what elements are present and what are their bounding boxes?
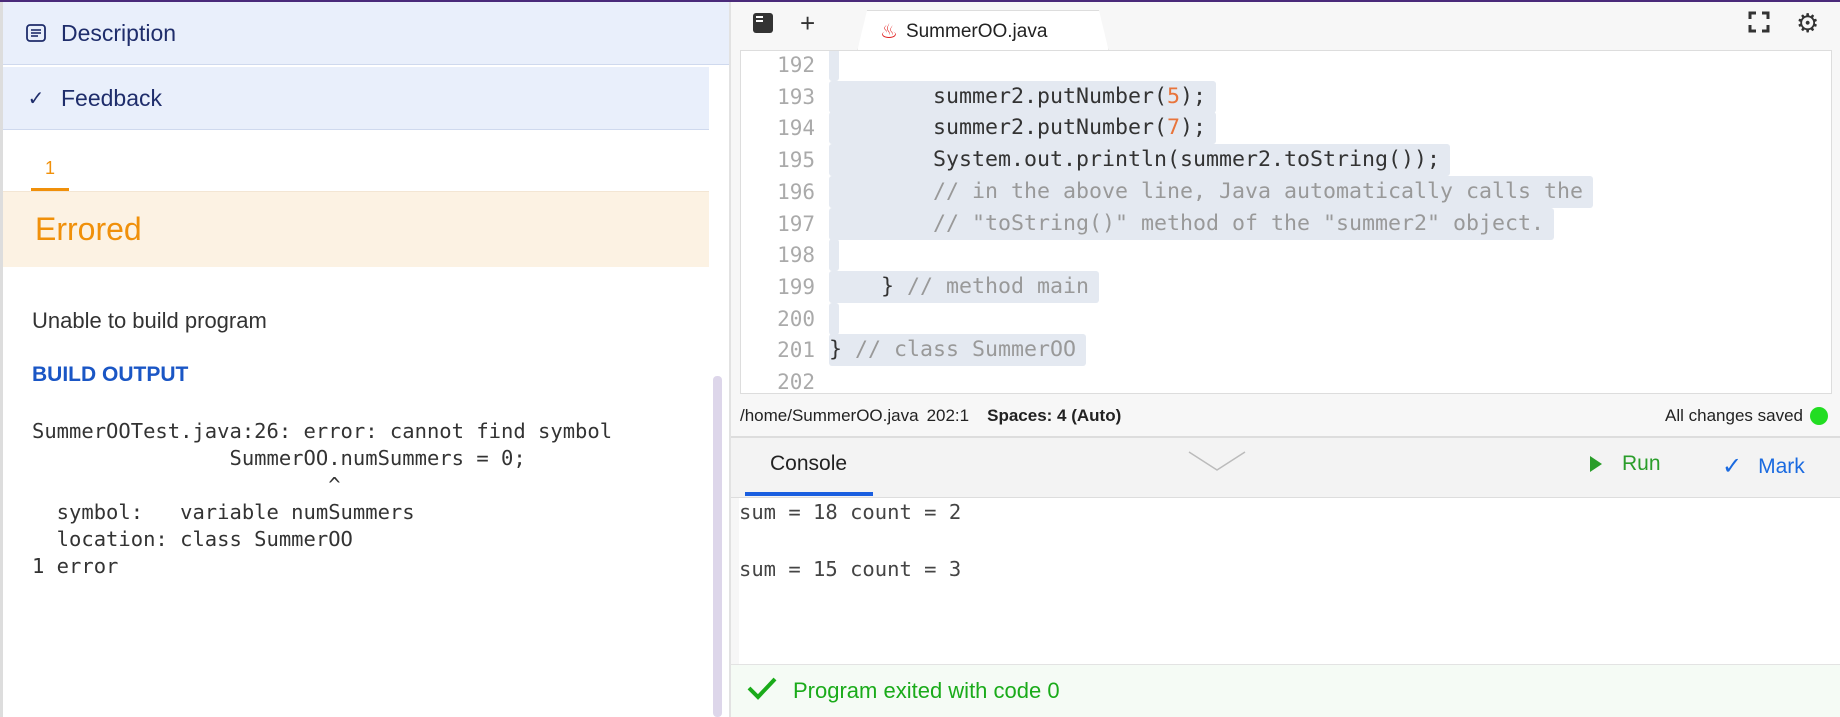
editor-status-bar: /home/SummerOO.java 202:1 Spaces: 4 (Aut…	[740, 396, 1832, 436]
console-header	[731, 436, 1840, 498]
code-text: System.out.println(summer2.toString());	[829, 147, 1441, 173]
code-text: );	[1180, 115, 1207, 141]
java-icon: ♨	[880, 21, 898, 43]
check-icon: ✓	[1722, 453, 1743, 480]
console-tab-indicator	[745, 492, 873, 496]
line-number: 200	[777, 306, 815, 331]
collapse-chevron-icon[interactable]	[1187, 450, 1247, 479]
exit-status-bar: Program exited with code 0	[731, 664, 1840, 717]
console-tab[interactable]: Console	[770, 452, 847, 476]
code-line: summer2.putNumber(7);	[829, 112, 1217, 145]
code-comment: // method main	[907, 273, 1090, 299]
exit-message: Program exited with code 0	[793, 678, 1060, 703]
code-text: }	[829, 337, 856, 363]
settings-gear-icon[interactable]: ⚙	[1796, 10, 1819, 36]
description-accordion[interactable]: Description	[3, 2, 730, 65]
fullscreen-icon[interactable]	[1748, 11, 1770, 37]
code-comment: // class SummerOO	[855, 337, 1077, 363]
saved-indicator-dot	[1810, 407, 1828, 425]
play-icon	[1590, 456, 1602, 472]
left-scrollbar[interactable]	[713, 376, 722, 717]
code-line: // "toString()" method of the "summer2" …	[829, 207, 1555, 240]
build-output-heading: BUILD OUTPUT	[32, 363, 189, 386]
attempt-tab-1[interactable]: 1	[30, 158, 70, 179]
code-comment: // "toString()" method of the "summer2" …	[933, 210, 1545, 236]
cursor-position: 202:1	[926, 406, 970, 425]
run-label: Run	[1622, 452, 1661, 475]
code-text: summer2.putNumber(	[829, 83, 1168, 109]
line-number: 196	[777, 179, 815, 204]
description-label: Description	[61, 19, 177, 46]
code-line	[829, 239, 839, 272]
code-text: );	[1180, 83, 1207, 109]
code-line	[829, 51, 839, 81]
status-text: Errored	[35, 211, 142, 247]
line-number: 199	[777, 274, 815, 299]
run-button[interactable]: Run	[1590, 452, 1661, 476]
mark-label: Mark	[1758, 454, 1805, 478]
file-tab-label: SummerOO.java	[905, 20, 1048, 42]
number-literal: 5	[1167, 83, 1181, 109]
line-number: 193	[777, 84, 815, 109]
console-line: sum = 15 count = 3	[739, 557, 962, 581]
code-text: summer2.putNumber(	[829, 115, 1168, 141]
line-number: 192	[777, 53, 815, 77]
line-number: 194	[777, 116, 815, 141]
feedback-label: Feedback	[61, 84, 163, 111]
line-number: 197	[777, 211, 815, 236]
check-icon: ✓	[27, 87, 45, 110]
code-line: // in the above line, Java automatically…	[829, 175, 1594, 208]
code-line: System.out.println(summer2.toString());	[829, 144, 1451, 177]
line-number: 195	[777, 148, 815, 173]
indent-setting[interactable]: Spaces: 4 (Auto)	[987, 406, 1121, 426]
build-output-text: SummerOOTest.java:26: error: cannot find…	[32, 419, 613, 578]
file-tab[interactable]: ♨ SummerOO.java	[857, 10, 1109, 52]
code-text: }	[829, 273, 908, 299]
number-literal: 7	[1167, 115, 1181, 141]
line-number: 202	[777, 370, 815, 394]
document-icon	[25, 24, 47, 42]
console-line: sum = 18 count = 2	[739, 500, 962, 524]
code-line: } // class SummerOO	[829, 334, 1087, 367]
success-check-icon	[747, 676, 777, 706]
error-message: Unable to build program	[32, 308, 267, 333]
feedback-accordion[interactable]: ✓ Feedback	[3, 67, 709, 130]
file-tree-icon[interactable]	[752, 12, 774, 38]
status-banner: Errored	[3, 191, 709, 267]
file-path: /home/SummerOO.java	[740, 406, 919, 425]
line-number: 201	[777, 338, 815, 363]
line-number: 198	[777, 243, 815, 268]
code-comment: // in the above line, Java automatically…	[933, 178, 1584, 204]
code-line: } // method main	[829, 270, 1100, 303]
code-line	[829, 302, 839, 335]
save-status: All changes saved	[1665, 406, 1803, 425]
add-file-icon[interactable]: +	[800, 10, 815, 36]
code-editor[interactable]: 192 193 summer2.putNumber(5); 194 summer2.…	[740, 50, 1832, 394]
code-line: summer2.putNumber(5);	[829, 80, 1217, 113]
mark-button[interactable]: ✓ Mark	[1722, 452, 1805, 481]
